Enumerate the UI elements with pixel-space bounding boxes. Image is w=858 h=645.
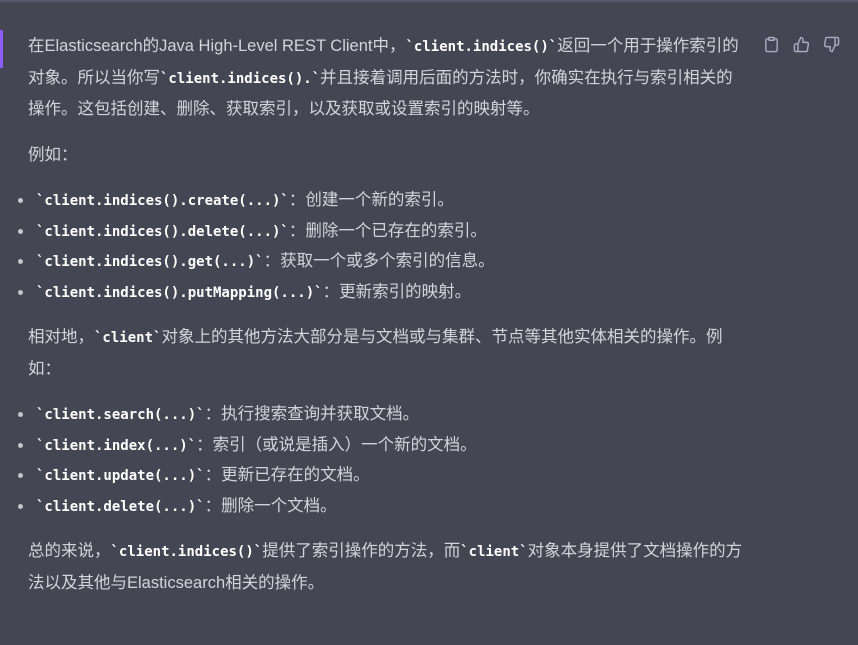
inline-code: `client.indices()` (405, 39, 558, 55)
paragraph-summary: 总的来说，`client.indices()`提供了索引操作的方法，而`clie… (28, 542, 743, 592)
list-item: `client.indices().putMapping(...)`：更新索引的… (0, 277, 743, 308)
inline-code: `client` (94, 330, 162, 346)
assistant-message: 在Elasticsearch的Java High-Level REST Clie… (18, 31, 743, 613)
thumbs-up-button[interactable] (790, 33, 812, 55)
bullet-icon (18, 412, 23, 417)
copy-button[interactable] (760, 33, 782, 55)
list-item: `client.indices().get(...)`：获取一个或多个索引的信息… (0, 246, 743, 277)
inline-code: `client.delete(...)` (36, 498, 205, 515)
bullet-icon (18, 442, 23, 448)
paragraph-contrast: 相对地，`client`对象上的其他方法大部分是与文档或与集群、节点等其他实体相… (28, 328, 723, 378)
list-item: `client.indices().create(...)`：创建一个新的索引。 (0, 185, 743, 216)
client-method-list: `client.search(...)`：执行搜索查询并获取文档。 `clien… (0, 399, 743, 521)
inline-code: `client.indices().create(...)` (36, 193, 289, 209)
list-item: `client.search(...)`：执行搜索查询并获取文档。 (0, 399, 743, 430)
inline-code: `client.indices().putMapping(...)` (36, 284, 323, 301)
bullet-icon (18, 228, 23, 234)
list-item: `client.index(...)`：索引（或说是插入）一个新的文档。 (0, 430, 743, 461)
list-item: `client.update(...)`：更新已存在的文档。 (0, 460, 743, 491)
inline-code: `client.indices().` (160, 70, 321, 87)
list-item: `client.indices().delete(...)`：删除一个已存在的索… (0, 216, 743, 247)
inline-code: `client.indices()` (110, 544, 263, 560)
indices-method-list: `client.indices().create(...)`：创建一个新的索引。… (0, 185, 743, 307)
message-actions (760, 33, 842, 55)
thumbs-down-button[interactable] (820, 33, 842, 55)
thumbs-up-icon (793, 36, 809, 52)
bullet-icon (18, 198, 23, 203)
clipboard-icon (764, 36, 778, 52)
bullet-icon (18, 503, 23, 509)
paragraph-intro: 在Elasticsearch的Java High-Level REST Clie… (28, 37, 739, 118)
paragraph-example-label: 例如： (28, 145, 78, 164)
thumbs-down-icon (823, 36, 839, 52)
inline-code: `client` (460, 544, 528, 560)
bullet-icon (18, 289, 23, 295)
top-divider (0, 0, 858, 2)
inline-code: `client.indices().get(...)` (36, 254, 264, 270)
inline-code: `client.search(...)` (36, 407, 205, 423)
inline-code: `client.indices().delete(...)` (36, 223, 289, 240)
bullet-icon (18, 473, 23, 478)
inline-code: `client.update(...)` (36, 468, 205, 484)
inline-code: `client.index(...)` (36, 437, 197, 454)
scroll-indicator (0, 30, 3, 68)
list-item: `client.delete(...)`：删除一个文档。 (0, 491, 743, 522)
bullet-icon (18, 259, 23, 264)
